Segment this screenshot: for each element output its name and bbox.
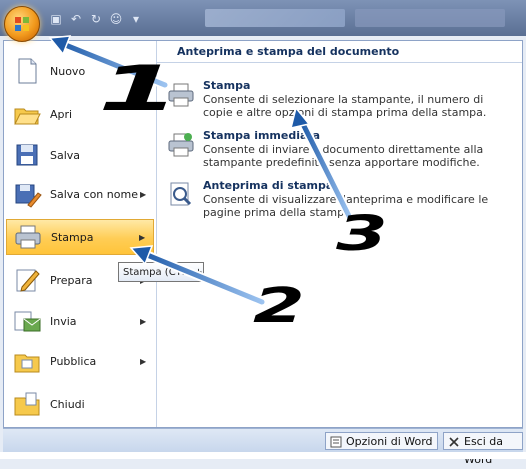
submenu-arrow-icon: ▶: [140, 356, 147, 366]
office-logo-icon: [15, 17, 29, 31]
menu-item-label: Stampa: [51, 230, 94, 244]
word-options-label: Opzioni di Word: [346, 435, 433, 448]
send-icon: [12, 306, 42, 336]
option-description: Consente di inviare il documento diretta…: [203, 143, 484, 169]
menu-item-invia[interactable]: Invia ▶: [6, 303, 154, 339]
option-description: Consente di selezionare la stampante, il…: [203, 93, 487, 119]
office-menu: Nuovo Apri Salva Salva con nome ▶ Stampa…: [3, 40, 523, 428]
exit-word-button[interactable]: Esci da Word: [443, 432, 523, 466]
dropdown-icon[interactable]: ▾: [128, 11, 144, 27]
window-title-area: [205, 9, 345, 27]
office-button[interactable]: [4, 6, 40, 42]
option-stampa-immediata[interactable]: Stampa immediata Consente di inviare il …: [167, 129, 517, 179]
window-title-area-2: [355, 9, 505, 27]
publish-icon: [12, 346, 42, 376]
folder-open-icon: [12, 99, 42, 129]
word-options-button[interactable]: Opzioni di Word: [325, 432, 438, 450]
menu-item-chiudi[interactable]: Chiudi: [6, 386, 154, 422]
exit-word-label: Esci da Word: [464, 435, 504, 466]
menu-item-label: Salva: [50, 148, 81, 162]
stampa-tooltip: Stampa (CTRL+F12): [118, 262, 204, 282]
menu-item-label: Invia: [50, 314, 77, 328]
title-bar: ▣ ↶ ↻ ☺ ▾: [0, 0, 526, 36]
menu-footer: Opzioni di Word Esci da Word: [3, 428, 523, 466]
close-icon: [449, 437, 459, 447]
quick-print-icon: [167, 131, 195, 159]
menu-item-label: Chiudi: [50, 397, 85, 411]
redo-icon[interactable]: ↻: [88, 11, 104, 27]
undo-icon[interactable]: ↶: [68, 11, 84, 27]
save-icon[interactable]: ▣: [48, 11, 64, 27]
annotation-number-1: 1: [98, 52, 180, 125]
close-folder-icon: [12, 389, 42, 419]
submenu-arrow-icon: ▶: [140, 189, 147, 199]
menu-item-label: Pubblica: [50, 354, 97, 368]
option-title: Stampa: [203, 79, 251, 92]
document-edge: [0, 452, 526, 459]
prepare-icon: [12, 265, 42, 295]
save-as-icon: [12, 179, 42, 209]
annotation-number-2: 2: [253, 278, 305, 334]
printer-icon: [13, 222, 43, 252]
option-title: Anteprima di stampa: [203, 179, 334, 192]
submenu-header: Anteprima e stampa del documento: [157, 41, 522, 63]
menu-item-pubblica[interactable]: Pubblica ▶: [6, 343, 154, 379]
option-stampa[interactable]: Stampa Consente di selezionare la stampa…: [167, 79, 517, 129]
annotation-number-3: 3: [336, 206, 388, 262]
submenu-arrow-icon: ▶: [140, 316, 147, 326]
quick-access-toolbar: ▣ ↶ ↻ ☺ ▾: [48, 8, 144, 30]
print-preview-icon: [167, 181, 195, 209]
menu-item-label: Salva con nome: [50, 187, 138, 201]
menu-item-salva-con-nome[interactable]: Salva con nome ▶: [6, 176, 154, 212]
menu-item-stampa[interactable]: Stampa ▶: [6, 219, 154, 255]
save-icon: [12, 140, 42, 170]
submenu-arrow-icon: ▶: [139, 232, 146, 242]
options-icon: [330, 436, 342, 448]
smiley-icon[interactable]: ☺: [108, 11, 124, 27]
menu-item-salva[interactable]: Salva: [6, 137, 154, 173]
option-title: Stampa immediata: [203, 129, 321, 142]
new-document-icon: [12, 56, 42, 86]
